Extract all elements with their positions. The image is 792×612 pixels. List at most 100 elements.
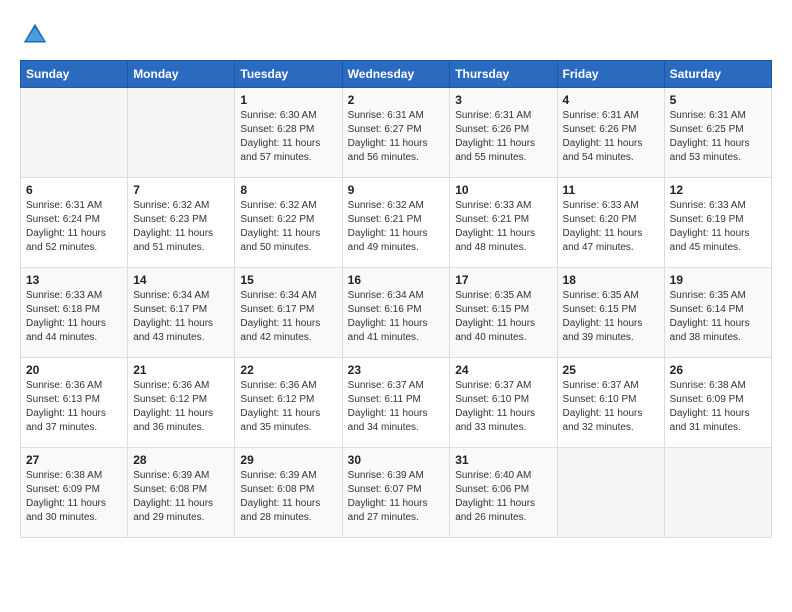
day-number: 31 [455,453,551,467]
calendar-cell [21,88,128,178]
calendar-cell: 4 Sunrise: 6:31 AM Sunset: 6:26 PM Daylig… [557,88,664,178]
day-info: Sunrise: 6:39 AM Sunset: 6:08 PM Dayligh… [240,469,336,525]
day-info: Sunrise: 6:30 AM Sunset: 6:28 PM Dayligh… [240,109,336,165]
day-number: 6 [26,183,122,197]
day-number: 5 [670,93,766,107]
calendar-cell: 2 Sunrise: 6:31 AM Sunset: 6:27 PM Daylig… [342,88,450,178]
calendar-cell: 15 Sunrise: 6:34 AM Sunset: 6:17 PM Dayli… [235,268,342,358]
day-header-wednesday: Wednesday [342,61,450,88]
calendar-cell: 24Sunrise: 6:37 AM Sunset: 6:10 PM Dayli… [450,358,557,448]
day-header-saturday: Saturday [664,61,771,88]
day-number: 19 [670,273,766,287]
calendar-cell: 5Sunrise: 6:31 AM Sunset: 6:25 PM Daylig… [664,88,771,178]
day-info: Sunrise: 6:39 AM Sunset: 6:08 PM Dayligh… [133,469,229,525]
day-info: Sunrise: 6:35 AM Sunset: 6:14 PM Dayligh… [670,289,766,345]
day-number: 7 [133,183,229,197]
calendar-cell: 23Sunrise: 6:37 AM Sunset: 6:11 PM Dayli… [342,358,450,448]
day-info: Sunrise: 6:35 AM Sunset: 6:15 PM Dayligh… [563,289,659,345]
day-info: Sunrise: 6:33 AM Sunset: 6:18 PM Dayligh… [26,289,122,345]
day-info: Sunrise: 6:33 AM Sunset: 6:20 PM Dayligh… [563,199,659,255]
day-info: Sunrise: 6:31 AM Sunset: 6:24 PM Dayligh… [26,199,122,255]
calendar-cell: 27Sunrise: 6:38 AM Sunset: 6:09 PM Dayli… [21,448,128,538]
calendar-cell: 25Sunrise: 6:37 AM Sunset: 6:10 PM Dayli… [557,358,664,448]
day-info: Sunrise: 6:31 AM Sunset: 6:27 PM Dayligh… [348,109,445,165]
calendar-cell: 17Sunrise: 6:35 AM Sunset: 6:15 PM Dayli… [450,268,557,358]
calendar-cell: 1 Sunrise: 6:30 AM Sunset: 6:28 PM Daylig… [235,88,342,178]
calendar-cell: 26 Sunrise: 6:38 AM Sunset: 6:09 PM Dayli… [664,358,771,448]
calendar-cell: 8Sunrise: 6:32 AM Sunset: 6:22 PM Daylig… [235,178,342,268]
calendar-cell: 29 Sunrise: 6:39 AM Sunset: 6:08 PM Dayli… [235,448,342,538]
day-number: 20 [26,363,122,377]
day-info: Sunrise: 6:32 AM Sunset: 6:21 PM Dayligh… [348,199,445,255]
day-info: Sunrise: 6:33 AM Sunset: 6:21 PM Dayligh… [455,199,551,255]
day-number: 21 [133,363,229,377]
day-number: 2 [348,93,445,107]
calendar-cell: 9 Sunrise: 6:32 AM Sunset: 6:21 PM Daylig… [342,178,450,268]
day-header-tuesday: Tuesday [235,61,342,88]
calendar-week-2: 6 Sunrise: 6:31 AM Sunset: 6:24 PM Daylig… [21,178,772,268]
calendar-cell: 20 Sunrise: 6:36 AM Sunset: 6:13 PM Dayli… [21,358,128,448]
day-info: Sunrise: 6:39 AM Sunset: 6:07 PM Dayligh… [348,469,445,525]
day-info: Sunrise: 6:31 AM Sunset: 6:26 PM Dayligh… [563,109,659,165]
calendar-cell: 7 Sunrise: 6:32 AM Sunset: 6:23 PM Daylig… [128,178,235,268]
calendar-cell: 3 Sunrise: 6:31 AM Sunset: 6:26 PM Daylig… [450,88,557,178]
day-info: Sunrise: 6:37 AM Sunset: 6:10 PM Dayligh… [455,379,551,435]
day-info: Sunrise: 6:36 AM Sunset: 6:12 PM Dayligh… [133,379,229,435]
day-number: 3 [455,93,551,107]
calendar-week-3: 13 Sunrise: 6:33 AM Sunset: 6:18 PM Dayli… [21,268,772,358]
day-info: Sunrise: 6:33 AM Sunset: 6:19 PM Dayligh… [670,199,766,255]
day-number: 26 [670,363,766,377]
calendar-cell [664,448,771,538]
calendar-cell: 13 Sunrise: 6:33 AM Sunset: 6:18 PM Dayli… [21,268,128,358]
day-info: Sunrise: 6:32 AM Sunset: 6:23 PM Dayligh… [133,199,229,255]
day-header-monday: Monday [128,61,235,88]
day-number: 13 [26,273,122,287]
calendar-week-4: 20 Sunrise: 6:36 AM Sunset: 6:13 PM Dayli… [21,358,772,448]
calendar-header-row: SundayMondayTuesdayWednesdayThursdayFrid… [21,61,772,88]
calendar-cell: 22Sunrise: 6:36 AM Sunset: 6:12 PM Dayli… [235,358,342,448]
calendar-week-5: 27Sunrise: 6:38 AM Sunset: 6:09 PM Dayli… [21,448,772,538]
day-number: 30 [348,453,445,467]
day-number: 14 [133,273,229,287]
calendar-week-1: 1 Sunrise: 6:30 AM Sunset: 6:28 PM Daylig… [21,88,772,178]
day-number: 22 [240,363,336,377]
day-number: 12 [670,183,766,197]
day-info: Sunrise: 6:34 AM Sunset: 6:17 PM Dayligh… [133,289,229,345]
day-number: 18 [563,273,659,287]
day-header-thursday: Thursday [450,61,557,88]
day-info: Sunrise: 6:38 AM Sunset: 6:09 PM Dayligh… [26,469,122,525]
logo [20,20,56,50]
day-info: Sunrise: 6:34 AM Sunset: 6:17 PM Dayligh… [240,289,336,345]
calendar-cell [557,448,664,538]
day-number: 29 [240,453,336,467]
day-info: Sunrise: 6:37 AM Sunset: 6:10 PM Dayligh… [563,379,659,435]
calendar-cell: 14 Sunrise: 6:34 AM Sunset: 6:17 PM Dayli… [128,268,235,358]
logo-icon [20,20,50,50]
day-number: 9 [348,183,445,197]
day-info: Sunrise: 6:31 AM Sunset: 6:26 PM Dayligh… [455,109,551,165]
day-number: 15 [240,273,336,287]
day-number: 10 [455,183,551,197]
calendar-cell: 28Sunrise: 6:39 AM Sunset: 6:08 PM Dayli… [128,448,235,538]
day-info: Sunrise: 6:34 AM Sunset: 6:16 PM Dayligh… [348,289,445,345]
day-header-friday: Friday [557,61,664,88]
day-header-sunday: Sunday [21,61,128,88]
calendar-cell: 11 Sunrise: 6:33 AM Sunset: 6:20 PM Dayli… [557,178,664,268]
calendar-cell: 12 Sunrise: 6:33 AM Sunset: 6:19 PM Dayli… [664,178,771,268]
calendar-cell: 30 Sunrise: 6:39 AM Sunset: 6:07 PM Dayli… [342,448,450,538]
day-number: 23 [348,363,445,377]
calendar-cell: 16Sunrise: 6:34 AM Sunset: 6:16 PM Dayli… [342,268,450,358]
calendar-cell [128,88,235,178]
calendar-cell: 18 Sunrise: 6:35 AM Sunset: 6:15 PM Dayli… [557,268,664,358]
calendar-cell: 21 Sunrise: 6:36 AM Sunset: 6:12 PM Dayli… [128,358,235,448]
day-info: Sunrise: 6:32 AM Sunset: 6:22 PM Dayligh… [240,199,336,255]
day-info: Sunrise: 6:36 AM Sunset: 6:13 PM Dayligh… [26,379,122,435]
day-number: 11 [563,183,659,197]
calendar-cell: 6 Sunrise: 6:31 AM Sunset: 6:24 PM Daylig… [21,178,128,268]
day-number: 1 [240,93,336,107]
calendar-cell: 19 Sunrise: 6:35 AM Sunset: 6:14 PM Dayli… [664,268,771,358]
calendar-cell: 10 Sunrise: 6:33 AM Sunset: 6:21 PM Dayli… [450,178,557,268]
day-info: Sunrise: 6:40 AM Sunset: 6:06 PM Dayligh… [455,469,551,525]
day-number: 4 [563,93,659,107]
day-info: Sunrise: 6:38 AM Sunset: 6:09 PM Dayligh… [670,379,766,435]
